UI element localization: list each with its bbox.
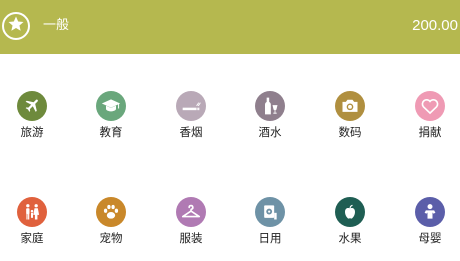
camera-icon: [335, 91, 365, 121]
category-item-fruit[interactable]: 水果: [320, 197, 380, 257]
category-label: 捐献: [418, 125, 442, 139]
airplane-icon: [17, 91, 47, 121]
category-header: 一般 200.00: [0, 0, 460, 54]
category-label: 母婴: [418, 231, 442, 245]
category-item-donation[interactable]: 捐献: [400, 91, 460, 151]
category-item-digital[interactable]: 数码: [320, 91, 380, 151]
hanger-icon: [176, 197, 206, 227]
toilet-paper-icon: [255, 197, 285, 227]
category-item-clothing[interactable]: 服装: [161, 197, 221, 257]
baby-icon: [415, 197, 445, 227]
category-label: 香烟: [179, 125, 203, 139]
category-label: 数码: [338, 125, 362, 139]
category-item-cigarette[interactable]: 香烟: [161, 91, 221, 151]
heart-icon: [415, 91, 445, 121]
category-label: 酒水: [258, 125, 282, 139]
paw-icon: [96, 197, 126, 227]
cigarette-icon: [176, 91, 206, 121]
category-label: 家庭: [20, 231, 44, 245]
category-item-travel[interactable]: 旅游: [2, 91, 62, 151]
category-item-drinks[interactable]: 酒水: [240, 91, 300, 151]
category-title: 一般: [43, 18, 70, 33]
category-label: 水果: [338, 231, 362, 245]
star-icon: [7, 15, 25, 37]
family-icon: [17, 197, 47, 227]
category-grid: 旅游 教育 香烟 酒水 数码 捐献 家庭 宠物 服装 日用 水果 母婴: [0, 54, 460, 261]
bottle-glass-icon: [255, 91, 285, 121]
category-item-education[interactable]: 教育: [81, 91, 141, 151]
favorite-button[interactable]: [2, 12, 30, 40]
category-label: 宠物: [99, 231, 123, 245]
category-label: 服装: [179, 231, 203, 245]
category-item-family[interactable]: 家庭: [2, 197, 62, 257]
amount-display[interactable]: 200.00: [412, 16, 458, 36]
apple-icon: [335, 197, 365, 227]
category-item-daily[interactable]: 日用: [240, 197, 300, 257]
category-item-maternal-baby[interactable]: 母婴: [400, 197, 460, 257]
graduation-cap-icon: [96, 91, 126, 121]
category-label: 旅游: [20, 125, 44, 139]
category-label: 教育: [99, 125, 123, 139]
category-label: 日用: [258, 231, 282, 245]
category-item-pet[interactable]: 宠物: [81, 197, 141, 257]
